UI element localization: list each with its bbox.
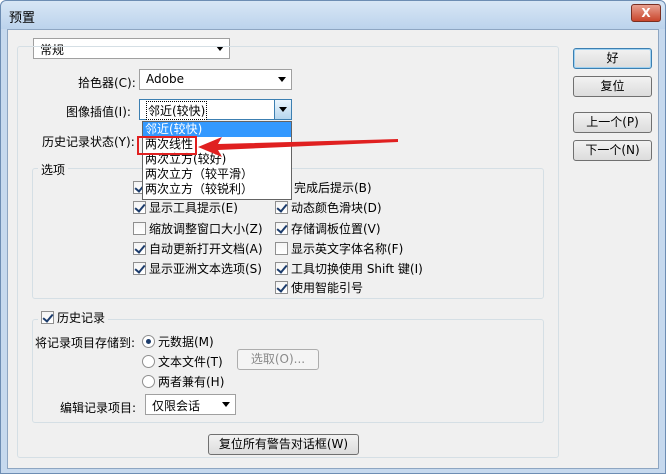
radio-icon bbox=[142, 335, 155, 348]
color-picker-select[interactable]: Adobe bbox=[139, 69, 292, 90]
option-smart-quotes[interactable]: 使用智能引号 bbox=[275, 281, 363, 297]
checkbox-icon bbox=[133, 201, 146, 214]
options-group-title: 选项 bbox=[38, 161, 69, 178]
history-group-toggle[interactable]: 历史记录 bbox=[38, 311, 109, 327]
choose-file-button[interactable]: 选取(O)... bbox=[237, 349, 319, 370]
chevron-down-icon bbox=[278, 77, 286, 82]
radio-text-file[interactable]: 文本文件(T) bbox=[142, 353, 223, 370]
reset-warnings-button[interactable]: 复位所有警告对话框(W) bbox=[208, 434, 359, 455]
image-interp-select[interactable]: 邻近(较快) bbox=[139, 99, 292, 120]
history-state-label: 历史记录状态(Y): bbox=[42, 135, 135, 149]
window-title: 预置 bbox=[9, 11, 36, 26]
option-shift-switch[interactable]: 工具切换使用 Shift 键(I) bbox=[275, 262, 423, 278]
next-button[interactable]: 下一个(N) bbox=[573, 140, 652, 161]
option-english-fonts[interactable]: 显示英文字体名称(F) bbox=[275, 242, 403, 258]
color-picker-label: 拾色器(C): bbox=[78, 76, 136, 90]
radio-icon bbox=[142, 375, 155, 388]
image-interp-value: 邻近(较快) bbox=[146, 101, 208, 120]
prev-button[interactable]: 上一个(P) bbox=[573, 112, 652, 133]
ok-button[interactable]: 好 bbox=[573, 48, 652, 69]
checkbox-icon bbox=[275, 201, 288, 214]
title-bar: 预置 X bbox=[1, 1, 665, 29]
checkbox-icon bbox=[275, 281, 288, 294]
chevron-down-icon bbox=[222, 402, 230, 407]
option-asian-text[interactable]: 显示亚洲文本选项(S) bbox=[133, 262, 262, 278]
chevron-down-icon bbox=[279, 107, 287, 112]
reset-button[interactable]: 复位 bbox=[573, 76, 652, 97]
option-dynamic-sliders[interactable]: 动态颜色滑块(D) bbox=[275, 201, 382, 217]
annotation-arrow-icon bbox=[198, 137, 398, 157]
option-auto-update[interactable]: 自动更新打开文档(A) bbox=[133, 242, 263, 258]
checkbox-icon bbox=[275, 262, 288, 275]
option-save-palette[interactable]: 存储调板位置(V) bbox=[275, 222, 381, 238]
image-interp-label: 图像插值(I): bbox=[66, 105, 131, 119]
preferences-dialog: 预置 X 常规 拾色器(C): Adobe 图像插值(I): 邻近(较快) 历史… bbox=[0, 0, 666, 474]
checkbox-icon bbox=[41, 311, 54, 324]
radio-icon bbox=[142, 355, 155, 368]
dropdown-button[interactable] bbox=[274, 100, 291, 119]
edit-history-label: 编辑记录项目: bbox=[60, 401, 137, 415]
radio-metadata[interactable]: 元数据(M) bbox=[142, 333, 214, 350]
option-zoom-resize[interactable]: 缩放调整窗口大小(Z) bbox=[133, 222, 263, 238]
checkbox-icon bbox=[133, 262, 146, 275]
checkbox-icon bbox=[275, 242, 288, 255]
color-picker-value: Adobe bbox=[146, 72, 184, 86]
edit-history-value: 仅限会话 bbox=[152, 399, 201, 413]
checkbox-icon bbox=[133, 242, 146, 255]
close-button[interactable]: X bbox=[631, 4, 661, 22]
edit-history-select[interactable]: 仅限会话 bbox=[145, 394, 236, 415]
save-to-label: 将记录项目存储到: bbox=[35, 336, 136, 350]
option-bicubic-smoother[interactable]: 两次立方（较平滑） bbox=[143, 167, 291, 182]
checkbox-icon bbox=[275, 222, 288, 235]
dialog-body: 常规 拾色器(C): Adobe 图像插值(I): 邻近(较快) 历史记录状态(… bbox=[7, 29, 659, 469]
checkbox-icon bbox=[133, 222, 146, 235]
option-bicubic-sharper[interactable]: 两次立方（较锐利） bbox=[143, 182, 291, 197]
option-finish-prompt[interactable]: 完成后提示(B) bbox=[278, 181, 372, 197]
option-show-tooltips[interactable]: 显示工具提示(E) bbox=[133, 201, 238, 217]
radio-both[interactable]: 两者兼有(H) bbox=[142, 373, 224, 390]
